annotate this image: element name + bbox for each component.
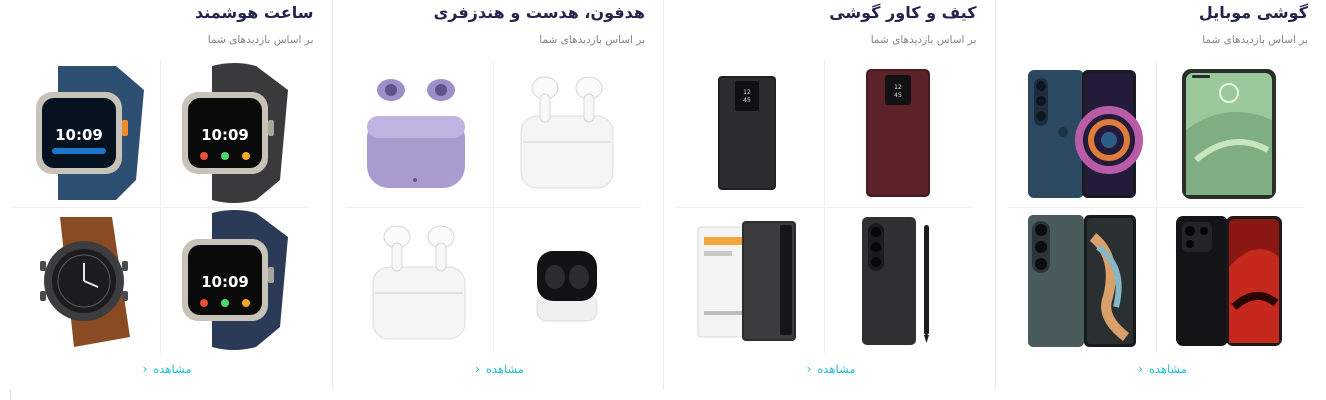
category-subtitle: بر اساس بازدیدهای شما: [207, 34, 314, 46]
svg-text:10:09: 10:09: [55, 126, 103, 144]
svg-text:12: 12: [894, 84, 902, 91]
view-more-label: مشاهده: [1148, 362, 1187, 376]
view-more-label: مشاهده: [153, 362, 192, 376]
foldable-phone-icon: [1027, 215, 1136, 347]
phone-black-icon: [1175, 216, 1282, 346]
svg-text:45: 45: [743, 97, 751, 104]
earbuds-black-icon: [536, 251, 597, 322]
recommendation-row: گوشی موبایل بر اساس بازدیدهای شما مشاهده…: [0, 0, 1326, 390]
product-thumbnail[interactable]: [345, 207, 493, 354]
product-thumbnail[interactable]: [676, 207, 824, 354]
product-thumbnail[interactable]: 10:09: [160, 207, 308, 354]
product-thumbnail[interactable]: [345, 60, 493, 207]
product-thumbnail[interactable]: [12, 207, 160, 354]
flip-case-black-icon: 12 45: [718, 76, 776, 190]
category-card-mobile: گوشی موبایل بر اساس بازدیدهای شما مشاهده…: [994, 0, 1326, 390]
product-grid: [344, 60, 641, 354]
chevron-left-icon: ‹: [475, 362, 480, 376]
view-more-link[interactable]: مشاهده ‹: [0, 362, 334, 376]
product-thumbnail[interactable]: [1156, 207, 1304, 354]
product-thumbnail[interactable]: [1008, 60, 1156, 207]
phone-green-icon: [1181, 69, 1276, 199]
watch-alpine-band-icon: 10:09: [182, 210, 288, 350]
product-thumbnail[interactable]: 10:09: [12, 60, 160, 207]
phone-blue-icon: [1027, 70, 1143, 198]
watch-ocean-band-icon: 10:09: [36, 66, 144, 200]
view-more-link[interactable]: مشاهده ‹: [333, 362, 667, 376]
watch-loop-band-icon: 10:09: [182, 63, 288, 203]
view-more-link[interactable]: مشاهده ‹: [996, 362, 1326, 376]
product-thumbnail[interactable]: [493, 207, 641, 354]
category-card-watches: ساعت هوشمند بر اساس بازدیدهای شما 10:09: [0, 0, 332, 390]
category-title[interactable]: گوشی موبایل: [1199, 3, 1308, 22]
divider: [10, 390, 11, 400]
flip-case-burgundy-icon: 12 45: [866, 69, 930, 197]
category-title[interactable]: هدفون، هدست و هندزفری: [434, 3, 645, 22]
category-subtitle: بر اساس بازدیدهای شما: [870, 34, 977, 46]
product-grid: 12 45 12 45: [676, 60, 972, 354]
svg-text:12: 12: [743, 89, 751, 96]
category-title[interactable]: کیف و کاور گوشی: [829, 3, 976, 22]
category-card-cases: کیف و کاور گوشی بر اساس بازدیدهای شما 12…: [663, 0, 995, 390]
earbuds-white-icon: [520, 76, 613, 189]
product-thumbnail[interactable]: [824, 207, 972, 354]
earbuds-white-case-icon: [372, 225, 465, 340]
category-subtitle: بر اساس بازدیدهای شما: [539, 34, 645, 46]
product-grid: [1007, 60, 1304, 354]
flip-case-boxed-icon: [697, 221, 796, 341]
svg-text:45: 45: [894, 92, 902, 99]
chevron-left-icon: ‹: [1138, 362, 1143, 376]
chevron-left-icon: ‹: [142, 362, 148, 376]
product-thumbnail[interactable]: [1156, 60, 1304, 207]
svg-text:10:09: 10:09: [201, 126, 249, 144]
fold-case-with-pen-icon: [862, 217, 929, 345]
product-thumbnail[interactable]: 12 45: [824, 60, 972, 207]
view-more-link[interactable]: مشاهده ‹: [664, 362, 998, 376]
category-title[interactable]: ساعت هوشمند: [195, 3, 314, 22]
chevron-left-icon: ‹: [806, 362, 812, 376]
svg-text:10:09: 10:09: [201, 273, 249, 291]
category-card-headphones: هدفون، هدست و هندزفری بر اساس بازدیدهای …: [331, 0, 667, 390]
product-thumbnail[interactable]: 12 45: [676, 60, 824, 207]
product-thumbnail[interactable]: 10:09: [160, 60, 308, 207]
earbuds-purple-icon: [366, 79, 465, 188]
view-more-label: مشاهده: [485, 362, 524, 376]
watch-leather-band-icon: [40, 217, 130, 347]
product-grid: 10:09 10:09 10:09: [12, 60, 308, 354]
category-subtitle: بر اساس بازدیدهای شما: [1202, 34, 1308, 46]
product-thumbnail[interactable]: [1008, 207, 1156, 354]
product-thumbnail[interactable]: [493, 60, 641, 207]
view-more-label: مشاهده: [817, 362, 856, 376]
